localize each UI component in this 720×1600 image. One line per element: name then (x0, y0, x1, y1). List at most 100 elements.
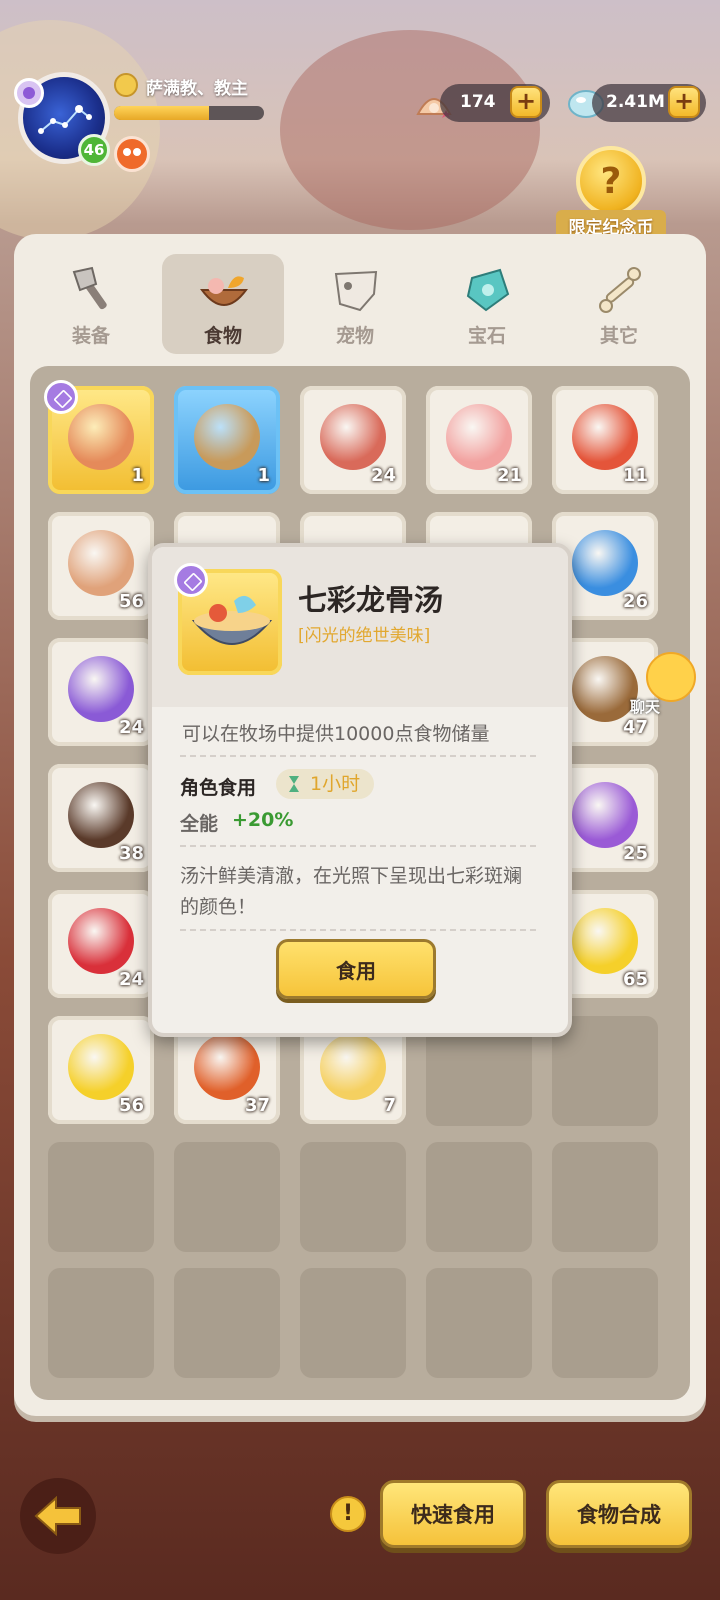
inventory-slot[interactable]: 11 (552, 386, 658, 494)
tab-pet[interactable]: 宠物 (294, 254, 416, 354)
item-count: 25 (622, 843, 648, 864)
chat-label: 聊天 (630, 698, 661, 716)
item-count: 56 (118, 1095, 144, 1116)
inventory-slot[interactable]: 21 (426, 386, 532, 494)
empty-slot (552, 1268, 658, 1378)
empty-slot (174, 1142, 280, 1252)
item-count: 37 (244, 1095, 270, 1116)
info-warning-icon[interactable]: ! (330, 1496, 366, 1532)
shell-currency: 174 + (440, 84, 550, 122)
inventory-slot[interactable]: 56 (48, 512, 154, 620)
tab-equipment[interactable]: 装备 (30, 254, 152, 354)
popup-item-icon (174, 563, 282, 675)
empty-slot (300, 1268, 406, 1378)
inventory-slot[interactable]: 24 (48, 890, 154, 998)
dragon-soup-icon (191, 595, 273, 645)
inventory-tabs: 装备 食物 宠物 宝石 其它 (30, 250, 690, 358)
empty-slot (48, 1142, 154, 1252)
inventory-slot[interactable]: 38 (48, 764, 154, 872)
item-count: 1 (131, 465, 144, 486)
coconut-icon (68, 782, 134, 848)
chat-button[interactable]: 聊天 (622, 652, 696, 724)
item-count: 26 (622, 591, 648, 612)
character-eat-label: 角色食用 (180, 777, 257, 799)
popup-description: 可以在牧场中提供10000点食物储量 (182, 723, 490, 745)
background-decoration (280, 30, 540, 230)
tab-label: 食物 (203, 325, 242, 347)
item-count: 7 (383, 1095, 396, 1116)
empty-slot (426, 1142, 532, 1252)
item-count: 24 (370, 465, 396, 486)
stat-label: 全能 (180, 813, 219, 835)
lemon-icon (68, 1034, 134, 1100)
food-synthesis-button[interactable]: 食物合成 (546, 1480, 692, 1548)
hourglass-icon (289, 776, 299, 792)
food-bowl-icon (200, 276, 248, 306)
divider (180, 929, 536, 931)
shell-value: 174 (460, 92, 496, 112)
gem-value: 2.41M (606, 92, 665, 112)
meat-chunk-icon (572, 404, 638, 470)
inventory-slot[interactable]: 56 (48, 1016, 154, 1124)
player-emoji-icon (114, 73, 138, 97)
flavor-text: 汤汁鲜美清澈，在光照下呈现出七彩斑斓的颜色！ (180, 865, 523, 918)
avatar-frame-badge-icon (14, 78, 44, 108)
tab-label: 其它 (599, 325, 638, 347)
ribs-icon (446, 404, 512, 470)
pomegranate-icon (68, 908, 134, 974)
rarity-badge-icon (44, 380, 78, 414)
add-gem-button[interactable]: + (668, 86, 700, 118)
inventory-slot[interactable]: 1 (174, 386, 280, 494)
empty-slot (426, 1268, 532, 1378)
tab-label: 宠物 (335, 325, 374, 347)
empty-slot (174, 1268, 280, 1378)
item-count: 21 (496, 465, 522, 486)
inventory-slot[interactable]: 24 (300, 386, 406, 494)
exp-bar-fill (114, 106, 209, 120)
fish-icon (68, 530, 134, 596)
grilled-dish-icon (194, 404, 260, 470)
bone-icon (599, 267, 641, 313)
ham-icon (320, 404, 386, 470)
empty-slot (48, 1268, 154, 1378)
limited-coin-button[interactable]: ? 限定纪念币 (556, 146, 666, 246)
item-count: 24 (118, 969, 144, 990)
item-count: 11 (622, 465, 648, 486)
honeycomb-icon (572, 908, 638, 974)
back-arrow-icon (34, 1496, 81, 1536)
duration-value: 1小时 (310, 773, 361, 795)
back-button[interactable] (20, 1478, 96, 1554)
divider (180, 845, 536, 847)
player-level-badge: 46 (78, 134, 110, 166)
exp-bar (114, 106, 264, 120)
cheese-icon (320, 1034, 386, 1100)
pet-skull-icon (334, 270, 378, 312)
item-count: 65 (622, 969, 648, 990)
divider (180, 755, 536, 757)
inventory-slot[interactable]: 1 (44, 380, 154, 494)
chat-smile-icon (646, 652, 696, 702)
popup-item-subtitle: [闪光的绝世美味] (298, 626, 431, 646)
eat-button[interactable]: 食用 (276, 939, 436, 999)
quick-eat-button[interactable]: 快速食用 (380, 1480, 526, 1548)
tab-food[interactable]: 食物 (162, 254, 284, 354)
item-count: 1 (257, 465, 270, 486)
player-title: 萨满教、教主 (146, 79, 248, 99)
popup-item-title: 七彩龙骨汤 (298, 583, 444, 617)
dragon-soup-icon (68, 404, 134, 470)
duration-badge: 1小时 (276, 769, 375, 799)
item-count: 38 (118, 843, 144, 864)
axe-icon (72, 266, 107, 310)
stat-value: +20% (232, 809, 294, 831)
tab-gem[interactable]: 宝石 (426, 254, 548, 354)
inventory-slot[interactable]: 24 (48, 638, 154, 746)
tab-label: 宝石 (467, 325, 506, 347)
tab-other[interactable]: 其它 (558, 254, 680, 354)
add-shell-button[interactable]: + (510, 86, 542, 118)
buff-icon[interactable] (114, 136, 150, 172)
item-count: 56 (118, 591, 144, 612)
empty-slot (552, 1016, 658, 1126)
gem-currency: 2.41M + (592, 84, 706, 122)
crab-icon (68, 656, 134, 722)
tab-label: 装备 (71, 325, 110, 347)
